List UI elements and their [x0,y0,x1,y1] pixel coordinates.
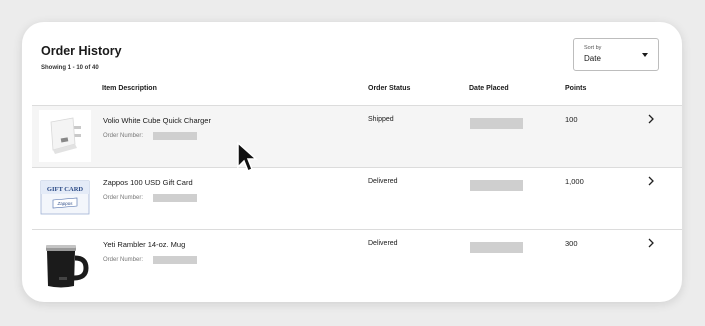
order-number-redacted [153,194,197,202]
order-number-redacted [153,256,197,264]
date-redacted [470,118,523,129]
results-count: Showing 1 - 10 of 40 [41,65,99,71]
column-header-points: Points [565,85,587,92]
order-status: Delivered [368,240,398,247]
gift-card-image: GIFT CARD Zappos [39,172,91,224]
chevron-right-icon[interactable] [646,238,656,248]
product-name: Volio White Cube Quick Charger [103,116,211,125]
mug-image [39,234,91,288]
order-points: 300 [565,239,578,248]
date-redacted [470,242,523,253]
mouse-pointer-icon [237,141,258,173]
usb-charger-image [39,110,91,162]
caret-down-icon [642,53,648,57]
order-number-label: Order Number: [103,257,144,263]
order-status: Delivered [368,178,398,185]
chevron-right-icon[interactable] [646,176,656,186]
sort-value: Date [584,54,601,63]
date-redacted [470,180,523,191]
column-header-status: Order Status [368,85,411,92]
order-number-label: Order Number: [103,133,144,139]
product-name: Zappos 100 USD Gift Card [103,178,193,187]
gift-card-text: GIFT CARD [47,186,83,193]
order-history-card: Order History Showing 1 - 10 of 40 Sort … [22,22,682,302]
sort-label: Sort by [584,45,602,51]
order-row[interactable]: GIFT CARD Zappos Zappos 100 USD Gift Car… [32,167,682,229]
table-header: Item Description Order Status Date Place… [22,85,682,101]
order-row[interactable]: Yeti Rambler 14-oz. Mug Order Number: De… [32,229,682,302]
order-status: Shipped [368,116,394,123]
zappos-logo-text: Zappos [56,201,73,206]
sort-dropdown[interactable]: Sort by Date [573,38,659,71]
chevron-right-icon[interactable] [646,114,656,124]
column-header-item: Item Description [102,85,157,92]
column-header-date: Date Placed [469,85,509,92]
page-title: Order History [41,44,122,58]
order-points: 100 [565,115,578,124]
product-name: Yeti Rambler 14-oz. Mug [103,240,186,249]
order-row[interactable]: Volio White Cube Quick Charger Order Num… [32,105,682,167]
order-number-redacted [153,132,197,140]
order-points: 1,000 [565,177,584,186]
order-number-label: Order Number: [103,195,144,201]
